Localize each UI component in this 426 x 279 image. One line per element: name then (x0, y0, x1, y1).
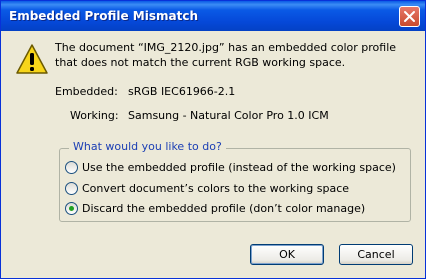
message-line-2: that does not match the current RGB work… (55, 56, 346, 69)
message-line-1: The document “IMG_2120.jpg” has an embed… (55, 41, 397, 54)
options-legend: What would you like to do? (69, 140, 226, 153)
title-bar[interactable]: Embedded Profile Mismatch (1, 1, 425, 31)
radio-button[interactable] (65, 181, 78, 195)
option-convert[interactable]: Convert document’s colors to the working… (65, 180, 349, 196)
working-value: Samsung - Natural Color Pro 1.0 ICM (128, 109, 329, 122)
embedded-label: Embedded: (55, 85, 118, 98)
option-use-embedded[interactable]: Use the embedded profile (instead of the… (65, 159, 396, 175)
option-label: Convert document’s colors to the working… (82, 181, 350, 195)
close-icon (404, 11, 415, 22)
ok-button[interactable]: OK (250, 244, 324, 265)
embedded-value: sRGB IEC61966-2.1 (128, 85, 236, 98)
option-discard[interactable]: Discard the embedded profile (don’t colo… (65, 200, 365, 216)
option-label: Discard the embedded profile (don’t colo… (82, 201, 366, 215)
option-label: Use the embedded profile (instead of the… (82, 160, 396, 174)
close-button[interactable] (399, 6, 420, 27)
warning-icon (16, 44, 48, 74)
working-label: Working: (70, 109, 119, 122)
radio-button[interactable] (65, 160, 78, 174)
cancel-button[interactable]: Cancel (339, 244, 413, 265)
dialog-title: Embedded Profile Mismatch (9, 9, 198, 23)
dialog-window: Embedded Profile Mismatch The document “… (0, 0, 426, 279)
radio-button-selected[interactable] (65, 201, 78, 215)
